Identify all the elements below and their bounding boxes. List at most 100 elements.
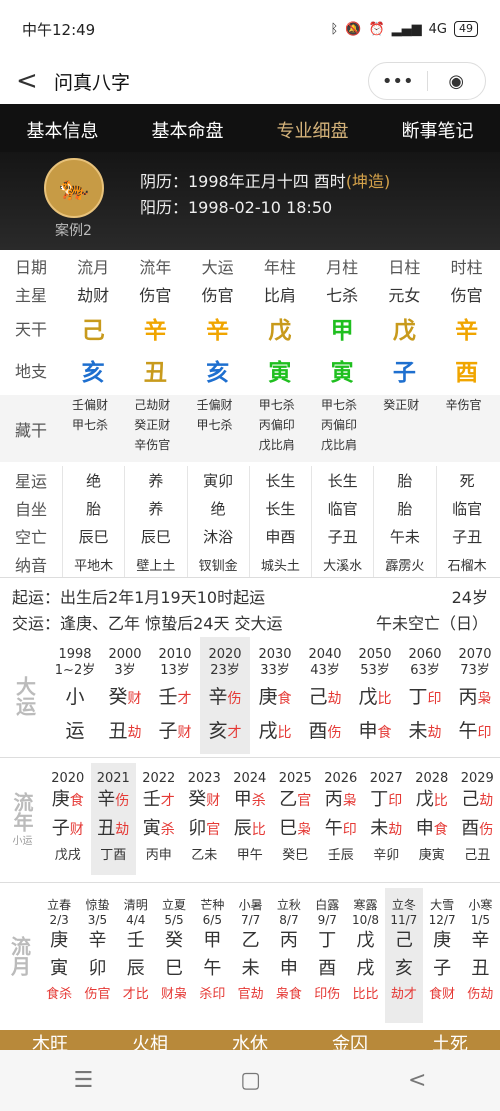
stem-cell: 辛 [206, 318, 230, 344]
stem-cell: 辛 [143, 318, 167, 344]
status-bar: 中午12:49 ᛒ 🔕 ⏰ ▂▄▆ 4G 49 [0, 0, 500, 58]
xingyun-row: 星运 绝养寅卯 长生 长生胎死 [0, 466, 500, 494]
solar-date: 阳历：1998-02-10 18:50 [140, 198, 333, 217]
stem-char: 庚 [258, 686, 278, 708]
dayun-cell[interactable]: 2010 13岁 壬才 子财 [150, 637, 200, 754]
liuyue-cell[interactable]: 小暑 7/7 乙未官劫 [231, 888, 269, 1023]
dayun-year: 2060 [408, 647, 442, 662]
xiaoyun-value: 壬辰 [327, 848, 354, 863]
liuyue-shishen: 食财 [429, 987, 456, 1002]
dayun-year: 2040 [308, 647, 342, 662]
liuyue-branch: 寅 [50, 958, 69, 979]
hidden-stem: 己劫财 [134, 398, 171, 412]
liuyue-cell[interactable]: 惊蛰 3/5 辛卯伤官 [78, 888, 116, 1023]
lunar-date: 阴历：1998年正月十四 酉时(坤造) [140, 168, 390, 192]
hidden-stem: 壬偏财 [72, 398, 109, 412]
liuyue-cell[interactable]: 小寒 1/5 辛丑伤劫 [461, 888, 499, 1023]
tab-detail-chart[interactable]: 专业细盘 [277, 117, 349, 143]
stem-shishen: 比 [433, 793, 448, 809]
liunian-cell[interactable]: 2029 己劫 酉伤 己丑 [455, 763, 500, 875]
dayun-branch: 戌比 [250, 717, 300, 747]
hidden-stem-cell: 甲七杀 丙偏印 戊比肩 [249, 395, 311, 462]
mini-program-capsule: ••• ◉ [368, 62, 486, 100]
jieqi-name: 小寒 [468, 898, 493, 912]
close-target-icon[interactable]: ◉ [428, 71, 486, 92]
liuyue-cell[interactable]: 大雪 12/7 庚子食财 [423, 888, 461, 1023]
menu-icon[interactable]: ☰ [74, 1068, 94, 1093]
dayun-cell[interactable]: 2070 73岁 丙枭 午印 [450, 637, 500, 754]
hidden-stem: 丙偏印 [258, 418, 295, 432]
liuyue-branch: 子 [433, 958, 452, 979]
liuyue-branch: 酉 [318, 958, 337, 979]
liunian-cell[interactable]: 2023 癸财 卯官 乙未 [182, 763, 228, 875]
star-cell: 伤官 [139, 286, 172, 305]
liunian-cell[interactable]: 2024 甲杀 辰比 甲午 [227, 763, 273, 875]
row-label: 主星 [14, 286, 47, 305]
dayun-stem: 己劫 [300, 683, 350, 713]
liunian-cell[interactable]: 2026 丙枭 午印 壬辰 [318, 763, 364, 875]
dayun-cell[interactable]: 1998 1~2岁小运 [50, 637, 100, 754]
dayun-year: 2020 [208, 647, 242, 662]
tab-notes[interactable]: 断事笔记 [402, 117, 474, 143]
back-icon[interactable]: < [408, 1068, 426, 1093]
more-icon[interactable]: ••• [369, 71, 427, 92]
dayun-cell[interactable]: 2060 63岁 丁印 未劫 [400, 637, 450, 754]
mute-icon: 🔕 [345, 21, 362, 37]
liuyue-stem: 乙 [241, 930, 260, 951]
branch-char: 未 [370, 818, 389, 839]
dayun-age: 63岁 [410, 663, 440, 678]
branch-shishen: 官 [206, 822, 221, 838]
liunian-branch: 午印 [318, 815, 364, 844]
liunian-cell[interactable]: 2021 辛伤 丑劫 丁酉 [90, 763, 136, 875]
branch-shishen: 才 [227, 725, 242, 741]
qiyun-line: 起运：出生后2年1月19天10时起运 24岁 [0, 584, 500, 608]
cell: 绝 [62, 466, 124, 494]
jieqi-name: 立秋 [276, 898, 301, 912]
liunian-cell[interactable]: 2027 丁印 未劫 辛卯 [364, 763, 410, 875]
wuxing-item: 水休 [232, 1034, 268, 1050]
jieqi-date: 9/7 [317, 913, 337, 927]
dayun-cell[interactable]: 2050 53岁 戊比 申食 [350, 637, 400, 754]
xiaoyun-value: 辛卯 [373, 848, 400, 863]
stem-shishen: 印 [388, 793, 403, 809]
liuyue-cell[interactable]: 芒种 6/5 甲午杀印 [193, 888, 231, 1023]
liuyue-branch: 巳 [165, 958, 184, 979]
liunian-cell[interactable]: 2025 乙官 巳枭 癸巳 [273, 763, 319, 875]
liuyue-branch: 午 [203, 958, 222, 979]
back-button[interactable]: < [16, 66, 46, 96]
xiaoyun-value: 癸巳 [282, 848, 309, 863]
dayun-cell[interactable]: 2040 43岁 己劫 酉伤 [300, 637, 350, 754]
jieqi-name: 寒露 [353, 898, 378, 912]
liuyue-cell[interactable]: 立冬 11/7 己亥劫才 [384, 888, 423, 1023]
liunian-cell[interactable]: 2022 壬才 寅杀 丙申 [136, 763, 182, 875]
xiaoyun-value: 丁酉 [100, 848, 127, 863]
dayun-branch: 申食 [350, 717, 400, 747]
liunian-cell[interactable]: 2020 庚食 子财 戊戌 [45, 763, 91, 875]
xiaoyun-value: 乙未 [191, 848, 218, 863]
branch-char: 亥 [208, 720, 228, 742]
liunian-cell[interactable]: 2028 戊比 申食 庚寅 [409, 763, 455, 875]
liuyue-cell[interactable]: 清明 4/4 壬辰才比 [117, 888, 155, 1023]
liuyue-cell[interactable]: 寒露 10/8 戊戌比比 [346, 888, 384, 1023]
jieqi-name: 大雪 [430, 898, 455, 912]
stem-shishen: 官 [297, 793, 312, 809]
jieqi-date: 2/3 [49, 913, 69, 927]
cell: 长生 [248, 466, 311, 494]
liunian-stem: 庚食 [45, 786, 91, 815]
liuyue-cell[interactable]: 白露 9/7 丁酉印伤 [308, 888, 346, 1023]
dayun-stem: 壬才 [150, 683, 200, 713]
hidden-stem: 戊比肩 [321, 438, 358, 452]
tab-basic-info[interactable]: 基本信息 [27, 117, 99, 143]
dayun-cell[interactable]: 2000 3岁 癸财 丑劫 [100, 637, 150, 754]
liuyue-cell[interactable]: 立夏 5/5 癸巳财枭 [155, 888, 193, 1023]
liuyue-cell[interactable]: 立秋 8/7 丙申枭食 [270, 888, 308, 1023]
home-icon[interactable]: ▢ [240, 1068, 261, 1093]
dayun-cell[interactable]: 2030 33岁 庚食 戌比 [250, 637, 300, 754]
dayun-cell[interactable]: 2020 23岁 辛伤 亥才 [200, 637, 250, 754]
cell: 寅卯 [186, 466, 249, 494]
tab-basic-chart[interactable]: 基本命盘 [152, 117, 224, 143]
cell: 胎 [62, 494, 124, 522]
header-row: 日期 流月 流年 大运 年柱 月柱 日柱 时柱 [0, 252, 500, 280]
branch-cell: 丑 [143, 360, 167, 386]
liuyue-cell[interactable]: 立春 2/3 庚寅食杀 [40, 888, 78, 1023]
